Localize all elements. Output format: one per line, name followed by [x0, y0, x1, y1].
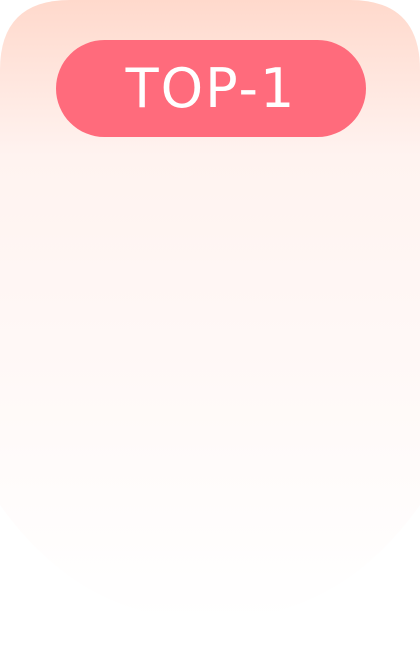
ranking-card: TOP-1: [0, 0, 420, 647]
rank-badge-label: TOP-1: [125, 56, 297, 120]
rank-badge: TOP-1: [56, 40, 366, 137]
